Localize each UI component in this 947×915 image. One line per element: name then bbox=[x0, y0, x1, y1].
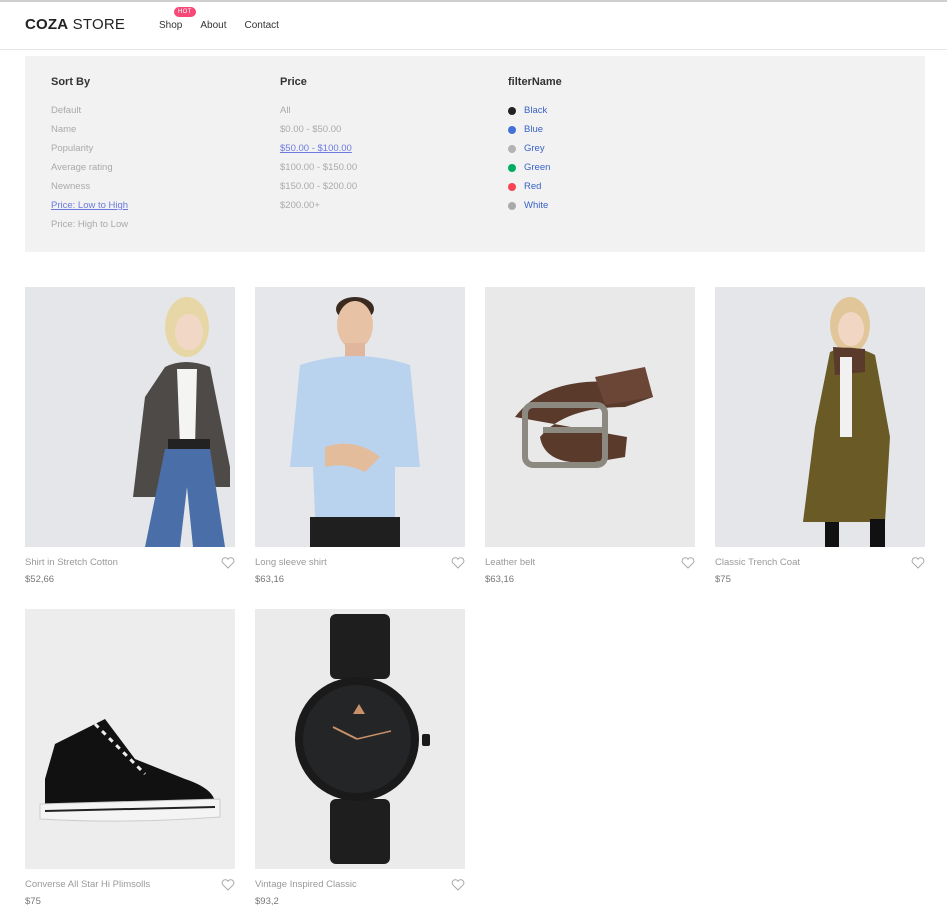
filter-panel: Sort By Default Name Popularity Average rat… bbox=[25, 56, 925, 252]
color-option-grey[interactable]: Grey bbox=[508, 139, 562, 158]
nav-shop-label: Shop bbox=[159, 20, 183, 31]
sort-option[interactable]: Price: High to Low bbox=[51, 215, 128, 234]
price-option[interactable]: $0.00 - $50.00 bbox=[280, 120, 357, 139]
nav-contact[interactable]: Contact bbox=[245, 20, 279, 31]
product-image-man-shirt[interactable] bbox=[255, 287, 465, 547]
product-name[interactable]: Vintage Inspired Classic bbox=[255, 879, 357, 890]
price-option[interactable]: $50.00 - $100.00 bbox=[280, 139, 357, 158]
product-image-sneaker[interactable] bbox=[25, 609, 235, 869]
color-option-label: Black bbox=[524, 105, 548, 116]
sort-option[interactable]: Popularity bbox=[51, 139, 128, 158]
product-price: $75 bbox=[25, 896, 41, 907]
product-price: $75 bbox=[715, 574, 731, 585]
price-option[interactable]: All bbox=[280, 101, 357, 120]
heart-icon[interactable] bbox=[911, 557, 925, 569]
product-card: Converse All Star Hi Plimsolls $75 bbox=[25, 609, 235, 907]
color-option-black[interactable]: Black bbox=[508, 101, 562, 120]
price-option[interactable]: $100.00 - $150.00 bbox=[280, 158, 357, 177]
main-nav: HOT Shop About Contact bbox=[159, 7, 279, 31]
color-dot-icon bbox=[508, 125, 516, 134]
product-image-watch[interactable] bbox=[255, 609, 465, 869]
sort-option[interactable]: Newness bbox=[51, 177, 128, 196]
color-option-green[interactable]: Green bbox=[508, 158, 562, 177]
nav-about[interactable]: About bbox=[200, 20, 226, 31]
heart-icon[interactable] bbox=[681, 557, 695, 569]
color-dot-icon bbox=[508, 182, 516, 191]
product-card: Classic Trench Coat $75 bbox=[715, 287, 925, 585]
sort-option[interactable]: Average rating bbox=[51, 158, 128, 177]
heart-icon[interactable] bbox=[451, 879, 465, 891]
color-dot-icon bbox=[508, 106, 516, 115]
sort-option[interactable]: Name bbox=[51, 120, 128, 139]
store-logo[interactable]: COZA STORE bbox=[25, 16, 125, 33]
product-name[interactable]: Shirt in Stretch Cotton bbox=[25, 557, 118, 568]
hot-badge: HOT bbox=[174, 7, 196, 17]
color-option-label: Blue bbox=[524, 124, 544, 135]
color-option-label: White bbox=[524, 200, 549, 211]
nav-contact-label: Contact bbox=[244, 20, 279, 31]
sort-by-title: Sort By bbox=[51, 76, 91, 88]
product-image-belt[interactable] bbox=[485, 287, 695, 547]
product-price: $63,16 bbox=[255, 574, 285, 585]
product-name[interactable]: Classic Trench Coat bbox=[715, 557, 800, 568]
sort-by-column: Sort By Default Name Popularity Average rat… bbox=[51, 76, 128, 234]
color-dot-icon bbox=[508, 201, 516, 210]
color-dot-icon bbox=[508, 144, 516, 153]
color-dot-icon bbox=[508, 163, 516, 172]
logo-bold-text: COZA bbox=[25, 16, 69, 33]
price-column: Price All $0.00 - $50.00 $50.00 - $100.00 $… bbox=[280, 76, 357, 215]
price-title: Price bbox=[280, 76, 307, 88]
color-filter-title: filterName bbox=[508, 76, 562, 88]
product-card: Shirt in Stretch Cotton $52,66 bbox=[25, 287, 235, 585]
product-name[interactable]: Converse All Star Hi Plimsolls bbox=[25, 879, 150, 890]
nav-shop[interactable]: HOT Shop bbox=[159, 7, 196, 31]
product-name[interactable]: Long sleeve shirt bbox=[255, 557, 327, 568]
color-option-label: Grey bbox=[524, 143, 545, 154]
color-option-white[interactable]: White bbox=[508, 196, 562, 215]
heart-icon[interactable] bbox=[221, 557, 235, 569]
heart-icon[interactable] bbox=[221, 879, 235, 891]
color-option-blue[interactable]: Blue bbox=[508, 120, 562, 139]
logo-light-text: STORE bbox=[68, 16, 126, 33]
price-option[interactable]: $200.00+ bbox=[280, 196, 357, 215]
product-price: $93,2 bbox=[255, 896, 279, 907]
site-header: COZA STORE HOT Shop About Contact bbox=[0, 2, 947, 50]
color-option-label: Green bbox=[524, 162, 551, 173]
sort-option[interactable]: Price: Low to High bbox=[51, 196, 128, 215]
product-price: $52,66 bbox=[25, 574, 55, 585]
product-card: Vintage Inspired Classic $93,2 bbox=[255, 609, 465, 907]
product-image-woman-coat[interactable] bbox=[715, 287, 925, 547]
product-price: $63,16 bbox=[485, 574, 515, 585]
price-option[interactable]: $150.00 - $200.00 bbox=[280, 177, 357, 196]
product-card: Long sleeve shirt $63,16 bbox=[255, 287, 465, 585]
heart-icon[interactable] bbox=[451, 557, 465, 569]
product-image-woman-blazer[interactable] bbox=[25, 287, 235, 547]
color-column: filterName Black Blue Grey Green Red White bbox=[508, 76, 562, 215]
product-name[interactable]: Leather belt bbox=[485, 557, 535, 568]
nav-about-label: About bbox=[200, 20, 227, 31]
sort-option[interactable]: Default bbox=[51, 101, 128, 120]
product-card: Leather belt $63,16 bbox=[485, 287, 695, 585]
color-option-red[interactable]: Red bbox=[508, 177, 562, 196]
color-option-label: Red bbox=[524, 181, 542, 192]
